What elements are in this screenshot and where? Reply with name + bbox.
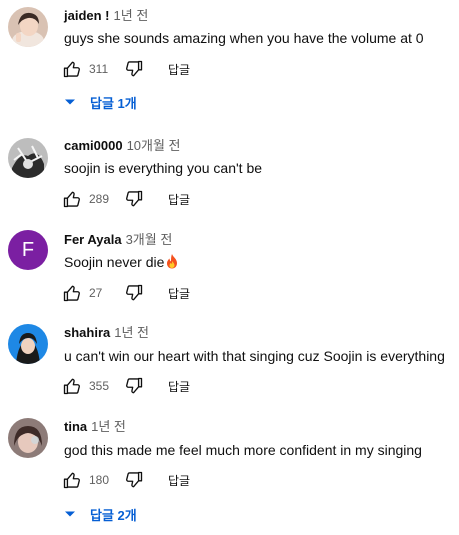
caret-down-icon xyxy=(65,511,75,517)
comment-header: tina 1년 전 xyxy=(64,419,126,435)
like-button[interactable] xyxy=(60,468,84,492)
comment-toolbar: 27 답글 xyxy=(60,281,190,305)
comment-text: Soojin never die xyxy=(64,252,179,274)
comment-text: u can't win our heart with that singing … xyxy=(64,348,445,364)
reply-button[interactable]: 답글 xyxy=(168,285,190,302)
timestamp[interactable]: 1년 전 xyxy=(114,8,149,23)
author-name[interactable]: Fer Ayala xyxy=(64,232,122,247)
dislike-button[interactable] xyxy=(122,281,146,305)
author-name[interactable]: shahira xyxy=(64,325,110,340)
dislike-button[interactable] xyxy=(122,187,146,211)
timestamp[interactable]: 1년 전 xyxy=(114,325,149,340)
avatar-letter: F xyxy=(21,238,35,261)
reply-button[interactable]: 답글 xyxy=(168,472,190,489)
like-count: 27 xyxy=(89,286,103,300)
avatar[interactable]: F xyxy=(8,230,48,270)
like-count: 289 xyxy=(89,192,110,206)
thumbs-down-icon xyxy=(126,60,143,77)
comment-text: soojin is everything you can't be xyxy=(64,160,263,176)
reply-button[interactable]: 답글 xyxy=(168,61,190,78)
comment-text-body: Soojin never die xyxy=(64,254,165,270)
comment-header: cami0000 10개월 전 xyxy=(64,138,181,154)
thumbs-down-icon xyxy=(126,284,143,301)
like-button[interactable] xyxy=(60,187,84,211)
timestamp[interactable]: 3개월 전 xyxy=(126,232,173,247)
avatar[interactable] xyxy=(8,418,48,458)
like-count: 180 xyxy=(89,473,110,487)
view-replies-button[interactable]: 답글 2개 xyxy=(64,502,137,526)
replies-count-label: 답글 2개 xyxy=(90,507,137,523)
replies-count-label: 답글 1개 xyxy=(90,95,137,111)
like-count: 355 xyxy=(89,379,110,393)
thumbs-up-icon xyxy=(63,285,80,302)
reply-button[interactable]: 답글 xyxy=(168,378,190,395)
timestamp[interactable]: 10개월 전 xyxy=(127,138,181,153)
comment-header: Fer Ayala 3개월 전 xyxy=(64,232,172,248)
thumbs-up-icon xyxy=(63,378,80,395)
caret-down-icon xyxy=(65,99,75,105)
thumbs-down-icon xyxy=(126,377,143,394)
reply-button[interactable]: 답글 xyxy=(168,191,190,208)
comment-header: jaiden ! 1년 전 xyxy=(64,8,148,24)
avatar[interactable] xyxy=(8,7,48,47)
comment-header: shahira 1년 전 xyxy=(64,325,149,341)
dislike-button[interactable] xyxy=(122,468,146,492)
view-replies-button[interactable]: 답글 1개 xyxy=(64,90,137,114)
comment-toolbar: 355 답글 xyxy=(60,374,190,398)
thumbs-down-icon xyxy=(126,190,143,207)
comment-text: god this made me feel much more confiden… xyxy=(64,442,422,458)
author-name[interactable]: jaiden ! xyxy=(64,8,110,23)
author-name[interactable]: cami0000 xyxy=(64,138,123,153)
timestamp[interactable]: 1년 전 xyxy=(91,419,126,434)
avatar[interactable] xyxy=(8,324,48,364)
comment-toolbar: 180 답글 xyxy=(60,468,190,492)
thumbs-up-icon xyxy=(63,61,80,78)
dislike-button[interactable] xyxy=(122,374,146,398)
like-button[interactable] xyxy=(60,57,84,81)
dislike-button[interactable] xyxy=(122,57,146,81)
fire-emoji-icon xyxy=(165,253,179,274)
avatar[interactable] xyxy=(8,138,48,178)
comment-text: guys she sounds amazing when you have th… xyxy=(64,30,424,46)
thumbs-down-icon xyxy=(126,471,143,488)
author-name[interactable]: tina xyxy=(64,419,87,434)
comment-toolbar: 311 답글 xyxy=(60,57,190,81)
like-button[interactable] xyxy=(60,281,84,305)
like-button[interactable] xyxy=(60,374,84,398)
thumbs-up-icon xyxy=(63,191,80,208)
thumbs-up-icon xyxy=(63,472,80,489)
comment-toolbar: 289 답글 xyxy=(60,187,190,211)
like-count: 311 xyxy=(89,62,109,76)
